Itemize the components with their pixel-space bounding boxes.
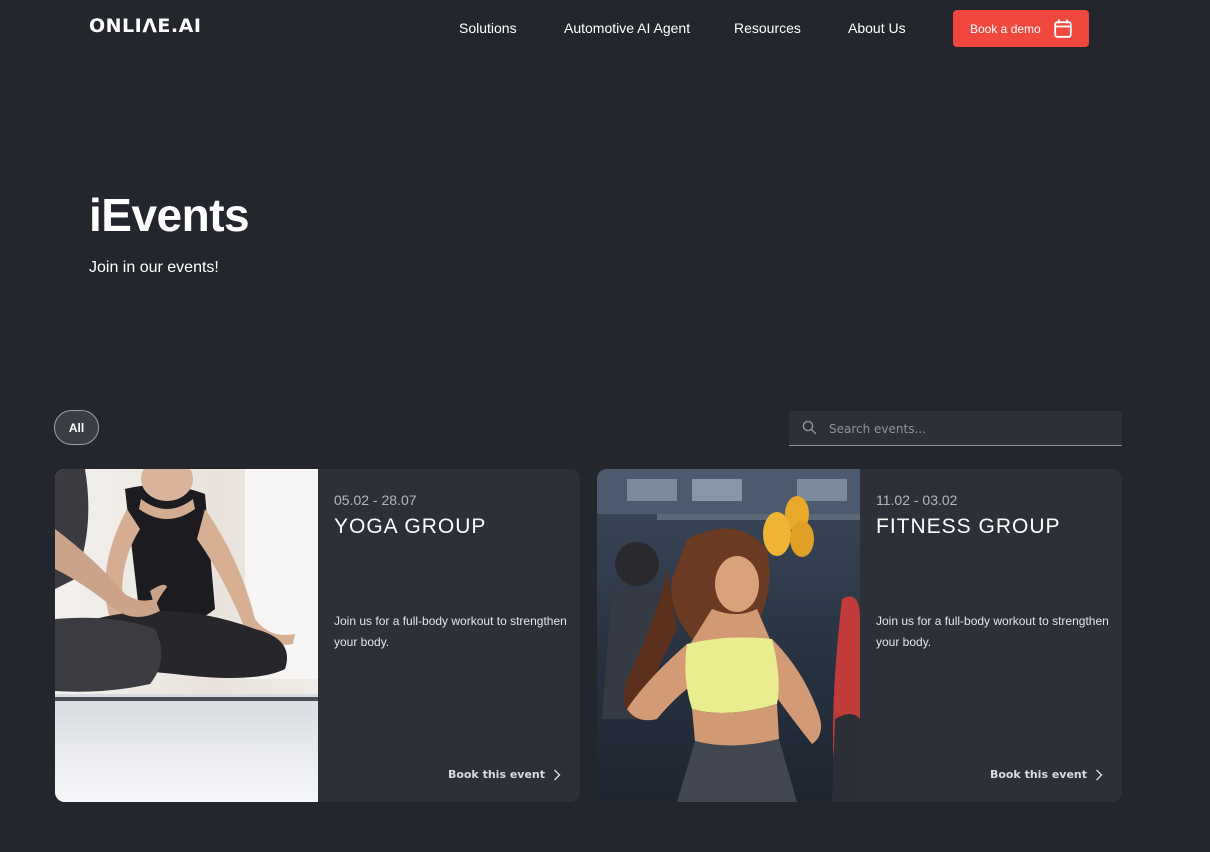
event-title: FITNESS GROUP	[876, 515, 1061, 538]
event-description: Join us for a full-body workout to stren…	[876, 614, 1109, 649]
search-input[interactable]	[829, 411, 1109, 446]
nav-solutions[interactable]: Solutions	[459, 20, 517, 36]
event-card-yoga[interactable]: 05.02 - 28.07 YOGA GROUP Join us for a f…	[55, 469, 580, 802]
search-box	[789, 411, 1122, 446]
chevron-right-icon	[1096, 769, 1103, 780]
book-event-link[interactable]: Book this event	[990, 768, 1103, 781]
event-card-fitness[interactable]: 11.02 - 03.02 FITNESS GROUP Join us for …	[597, 469, 1122, 802]
filter-all-button[interactable]: All	[54, 410, 99, 445]
logo[interactable]: ONLIΛE.AI	[89, 15, 201, 37]
book-event-label: Book this event	[447, 768, 545, 781]
book-demo-label: Book a demo	[970, 21, 1041, 36]
yoga-photo	[55, 469, 318, 802]
nav-resources[interactable]: Resources	[734, 20, 801, 36]
nav-automotive-ai-agent[interactable]: Automotive AI Agent	[564, 20, 690, 36]
book-demo-button[interactable]: Book a demo	[953, 10, 1089, 47]
page-title: iEvents	[89, 189, 250, 241]
page: ONLIΛE.AI Solutions Automotive AI Agent …	[0, 0, 1210, 852]
event-date: 11.02 - 03.02	[876, 492, 958, 508]
book-event-label: Book this event	[989, 768, 1087, 781]
calendar-icon	[1054, 19, 1072, 38]
chevron-right-icon	[554, 769, 561, 780]
event-description: Join us for a full-body workout to stren…	[334, 614, 567, 649]
nav-about-us[interactable]: About Us	[848, 20, 906, 36]
page-subtitle: Join in our events!	[89, 259, 219, 276]
event-title: YOGA GROUP	[334, 515, 487, 538]
search-icon	[802, 420, 817, 435]
book-event-link[interactable]: Book this event	[448, 768, 561, 781]
fitness-photo	[597, 469, 860, 802]
event-date: 05.02 - 28.07	[334, 492, 417, 508]
